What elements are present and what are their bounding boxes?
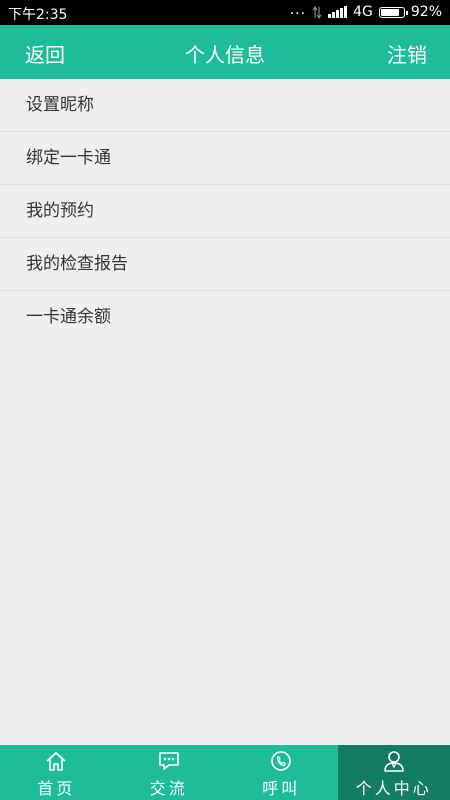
home-icon	[46, 752, 66, 771]
tab-call-label: 呼叫	[262, 779, 301, 798]
phone-icon	[271, 751, 292, 771]
menu-item-my-reports[interactable]: 我的检查报告	[0, 238, 450, 291]
battery-tip	[405, 10, 408, 15]
menu-item-my-appointments[interactable]: 我的预约	[0, 185, 450, 238]
tab-call[interactable]: 呼叫	[225, 745, 338, 800]
tab-chat[interactable]: 交流	[113, 745, 226, 800]
tab-home-label: 首页	[37, 779, 76, 798]
header-bar: 返回 个人信息 注销	[0, 25, 450, 79]
battery-percent: 92%	[410, 4, 442, 20]
dots-icon: ...	[289, 2, 307, 18]
logout-button[interactable]: 注销	[387, 39, 427, 68]
network-type: 4G	[353, 4, 373, 20]
tab-personal-center-label: 个人中心	[355, 779, 432, 798]
data-transfer-icon	[312, 5, 322, 19]
tab-personal-center[interactable]: 个人中心	[337, 745, 450, 800]
bottom-tab-bar: 首页 交流 呼叫 个人中心	[0, 745, 450, 800]
tab-home[interactable]: 首页	[0, 745, 113, 800]
page-title: 个人信息	[185, 43, 265, 67]
menu-list: 设置昵称 绑定一卡通 我的预约 我的检查报告 一卡通余额	[0, 79, 450, 344]
tab-chat-label: 交流	[149, 779, 188, 798]
battery-fill	[380, 8, 399, 16]
status-time: 下午2:35	[8, 7, 68, 23]
battery-icon	[378, 6, 408, 18]
chat-bubble-icon	[158, 752, 179, 770]
status-bar: 下午2:35 ... 4G 92%	[0, 0, 450, 25]
menu-item-bind-card[interactable]: 绑定一卡通	[0, 132, 450, 185]
person-icon	[383, 751, 404, 772]
menu-item-card-balance[interactable]: 一卡通余额	[0, 291, 450, 344]
menu-item-set-nickname[interactable]: 设置昵称	[0, 79, 450, 132]
signal-icon	[328, 6, 348, 18]
status-indicators: ... 4G 92%	[289, 2, 442, 20]
